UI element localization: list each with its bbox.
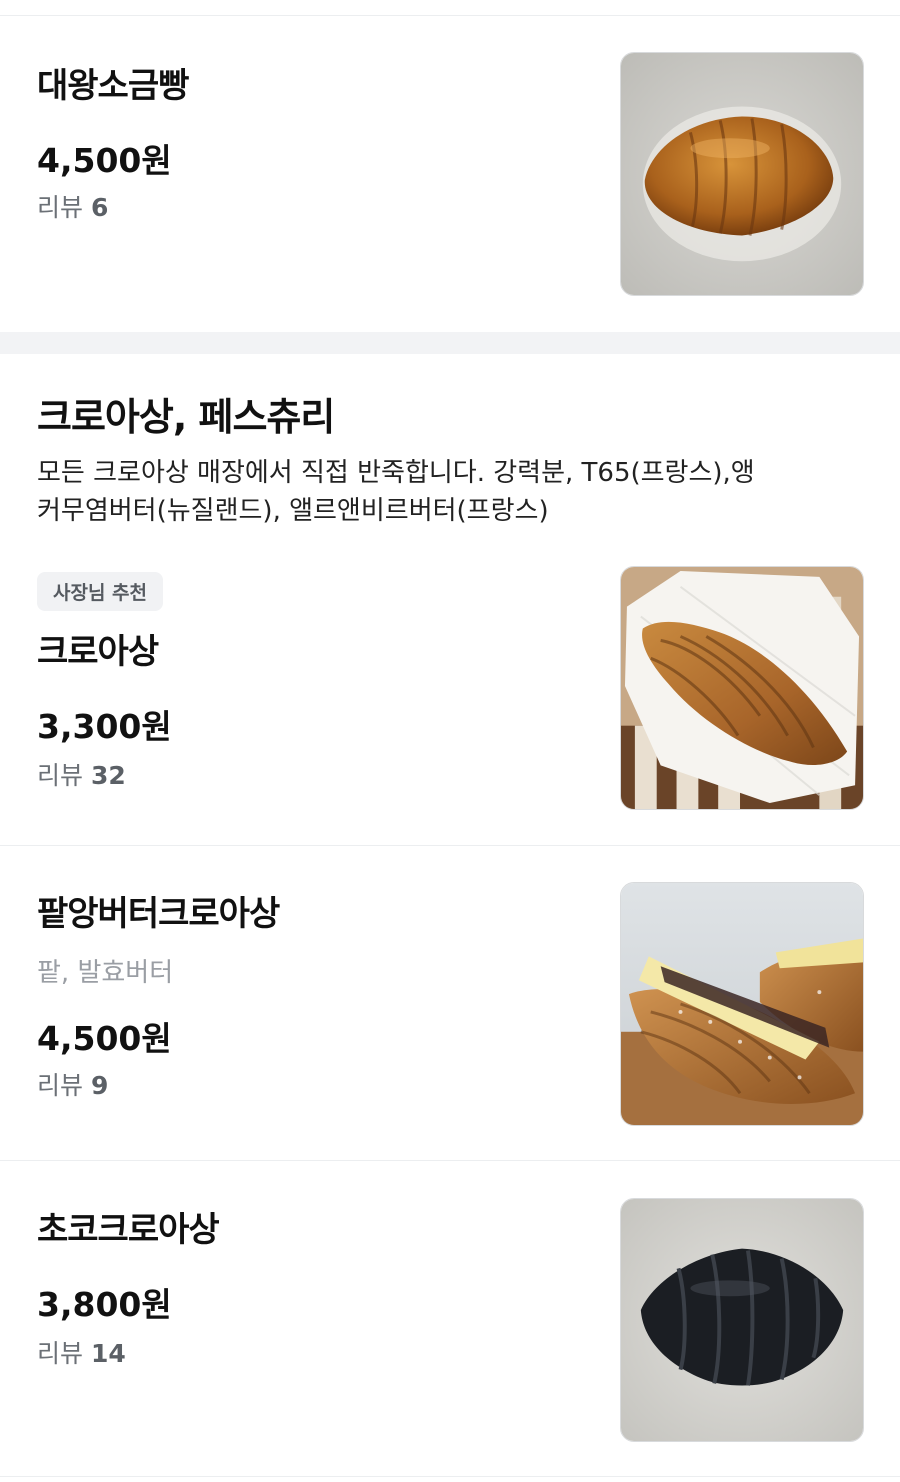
menu-item-price: 3,800원 <box>37 1285 172 1324</box>
review-label: 리뷰 <box>37 193 84 222</box>
review-label: 리뷰 <box>37 761 84 790</box>
menu-item-review: 리뷰 6 <box>37 188 108 224</box>
recommend-badge: 사장님 추천 <box>37 572 163 611</box>
salt-bread-photo <box>621 53 863 295</box>
review-count: 14 <box>90 1339 126 1368</box>
item-divider <box>0 1160 900 1161</box>
redbean-butter-croissant-photo <box>621 883 863 1125</box>
category-description-line: 모든 크로아상 매장에서 직접 반죽합니다. 강력분, T65(프랑스),앵 <box>37 458 755 488</box>
menu-item-review: 리뷰 14 <box>37 1334 126 1370</box>
review-count: 9 <box>90 1071 109 1100</box>
menu-item-price: 3,300원 <box>37 707 172 746</box>
menu-item-image[interactable] <box>620 1198 864 1442</box>
menu-item-image[interactable] <box>620 52 864 296</box>
item-divider <box>0 845 900 846</box>
review-label: 리뷰 <box>37 1071 84 1100</box>
top-divider <box>0 15 900 16</box>
menu-item-image[interactable] <box>620 882 864 1126</box>
menu-item-price: 4,500원 <box>37 141 172 180</box>
croissant-photo <box>621 567 863 809</box>
choco-croissant-photo <box>621 1199 863 1441</box>
category-description: 모든 크로아상 매장에서 직접 반죽합니다. 강력분, T65(프랑스),앵 커… <box>37 454 867 530</box>
section-gap <box>0 332 900 354</box>
category-description-line: 커무염버터(뉴질랜드), 앨르앤비르버터(프랑스) <box>37 496 549 526</box>
review-count: 6 <box>90 193 109 222</box>
review-label: 리뷰 <box>37 1339 84 1368</box>
menu-item-price: 4,500원 <box>37 1019 172 1058</box>
menu-item-review: 리뷰 9 <box>37 1066 108 1102</box>
item-divider <box>0 1476 900 1477</box>
menu-item-name: 크로아상 <box>37 632 159 672</box>
menu-item-name: 팥앙버터크로아상 <box>37 894 280 934</box>
review-count: 32 <box>90 761 126 790</box>
menu-item-name: 대왕소금빵 <box>37 66 189 106</box>
menu-item-review: 리뷰 32 <box>37 756 126 792</box>
menu-item-image[interactable] <box>620 566 864 810</box>
category-title: 크로아상, 페스츄리 <box>37 395 335 439</box>
menu-item-description: 팥, 발효버터 <box>37 958 174 988</box>
menu-item-name: 초코크로아상 <box>37 1210 220 1250</box>
